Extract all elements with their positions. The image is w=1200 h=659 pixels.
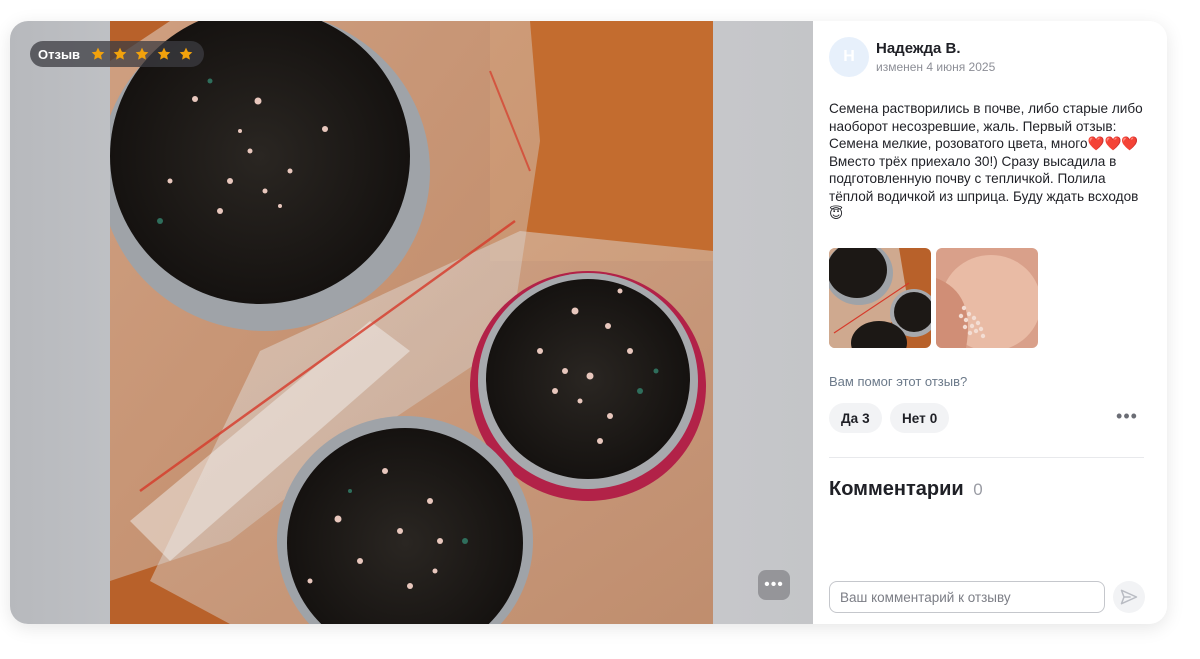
vote-no-button[interactable]: Нет 0 [890, 403, 950, 433]
review-panel: Н Надежда В. изменен 4 июня 2025 Семена … [813, 21, 1167, 624]
author-name[interactable]: Надежда В. [876, 40, 961, 57]
thumbnail-pots[interactable] [829, 248, 931, 348]
comments-count: 0 [973, 480, 983, 499]
vote-yes-count: 3 [862, 410, 870, 426]
review-media: Отзыв ••• [10, 21, 813, 624]
ellipsis-icon: ••• [764, 576, 784, 593]
ellipsis-icon: ••• [1116, 406, 1138, 426]
helpful-question: Вам помог этот отзыв? [829, 374, 968, 389]
star-icon [113, 47, 127, 60]
badge-label: Отзыв [38, 46, 81, 62]
vote-no-label: Нет [902, 410, 926, 426]
star-icon [179, 47, 193, 60]
send-arrow-icon [1120, 589, 1138, 605]
send-comment-button[interactable] [1113, 581, 1145, 613]
review-card: Отзыв ••• Н Надежда В. изменен 4 июня 20… [10, 21, 1167, 624]
review-thumbnails [829, 248, 1038, 348]
review-rating-badge: Отзыв [30, 41, 205, 67]
star-icon [91, 47, 105, 60]
photo-more-button[interactable]: ••• [758, 570, 790, 600]
comment-input[interactable] [829, 581, 1105, 613]
vote-yes-button[interactable]: Да 3 [829, 403, 882, 433]
divider [829, 457, 1144, 458]
star-icon [157, 47, 171, 60]
review-photo[interactable] [110, 21, 713, 624]
star-icon [135, 47, 149, 60]
avatar: Н [829, 37, 869, 77]
vote-yes-label: Да [841, 410, 859, 426]
comments-heading: Комментарии 0 [829, 478, 983, 501]
vote-no-count: 0 [929, 410, 938, 426]
review-more-button[interactable]: ••• [1115, 407, 1139, 429]
comments-title: Комментарии [829, 478, 964, 500]
review-text: Семена растворились в почве, либо старые… [829, 101, 1143, 221]
edited-date: изменен 4 июня 2025 [876, 60, 996, 74]
thumbnail-seeds[interactable] [936, 248, 1038, 348]
